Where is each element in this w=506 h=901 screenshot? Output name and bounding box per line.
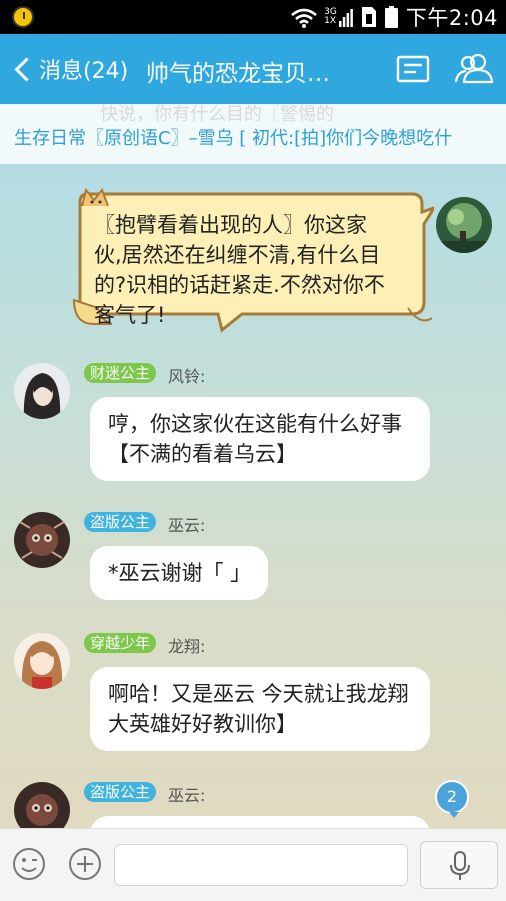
chat-title: 帅气的恐龙宝贝…	[146, 61, 330, 87]
clock: 下午2:04	[405, 6, 498, 30]
message-text: 〖抱臂看着出现的人〗你这家伙,居然还在纠缠不清,有什么目的?识相的话赶紧走.不然…	[94, 213, 385, 327]
emoji-icon[interactable]	[12, 847, 46, 881]
plus-icon[interactable]	[68, 847, 102, 881]
network-type-bottom: 1X	[324, 16, 337, 26]
group-notice-bar[interactable]: 快说，你有什么目的〖警惕的 生存日常〖原创语C〗–雪乌 [ 初代:[拍]你们今晚…	[0, 104, 506, 164]
dark-hair-avatar[interactable]	[14, 363, 70, 419]
message-input[interactable]	[114, 844, 408, 886]
member-title-badge: 财迷公主	[84, 363, 157, 383]
message-bubble[interactable]: *巫云谢谢「 」	[90, 546, 268, 600]
member-title-badge: 盗版公主	[84, 782, 157, 802]
message-bubble[interactable]: 哼，你这家伙在这能有什么好事【不满的看着乌云】	[90, 397, 430, 481]
forest-avatar[interactable]	[436, 197, 492, 253]
sender-name: 巫云:	[168, 786, 206, 805]
status-icons: 3G 1X 下午2:04	[290, 3, 498, 31]
status-bar: 3G 1X 下午2:04	[0, 0, 506, 34]
sender-name: 巫云:	[168, 516, 206, 535]
notice-text: 生存日常〖原创语C〗–雪乌 [ 初代:[拍]你们今晚想吃什	[14, 128, 453, 149]
chat-header: 消息(24) 帅气的恐龙宝贝…	[0, 34, 506, 104]
group-notice-icon[interactable]	[396, 52, 432, 86]
members-icon[interactable]	[454, 52, 496, 86]
battery-icon	[384, 6, 398, 28]
input-bar	[0, 828, 506, 901]
wifi-icon	[290, 8, 317, 28]
new-message-count-badge[interactable]: 2	[435, 780, 469, 818]
member-title-badge: 盗版公主	[84, 512, 157, 532]
signal-icon	[338, 7, 353, 27]
microphone-icon	[450, 851, 470, 880]
back-label: 消息(24)	[39, 59, 129, 84]
message-bubble[interactable]: 啊哈！又是巫云 今天就让我龙翔大英雄好好教训你】	[90, 667, 430, 751]
girl-avatar[interactable]	[14, 633, 70, 689]
voice-button[interactable]	[420, 841, 498, 889]
sender-name: 风铃:	[168, 367, 206, 386]
network-type: 3G 1X	[324, 8, 337, 26]
sender-name: 龙翔:	[168, 637, 206, 656]
alarm-icon	[12, 6, 34, 28]
doll-avatar[interactable]	[14, 512, 70, 568]
back-button[interactable]: 消息(24)	[10, 50, 128, 88]
notice-faded-text: 快说，你有什么目的〖警惕的	[100, 104, 334, 125]
cat-ears-icon	[80, 187, 114, 212]
sim-icon	[361, 6, 377, 28]
member-title-badge: 穿越少年	[84, 633, 157, 653]
chevron-left-icon	[14, 56, 39, 82]
